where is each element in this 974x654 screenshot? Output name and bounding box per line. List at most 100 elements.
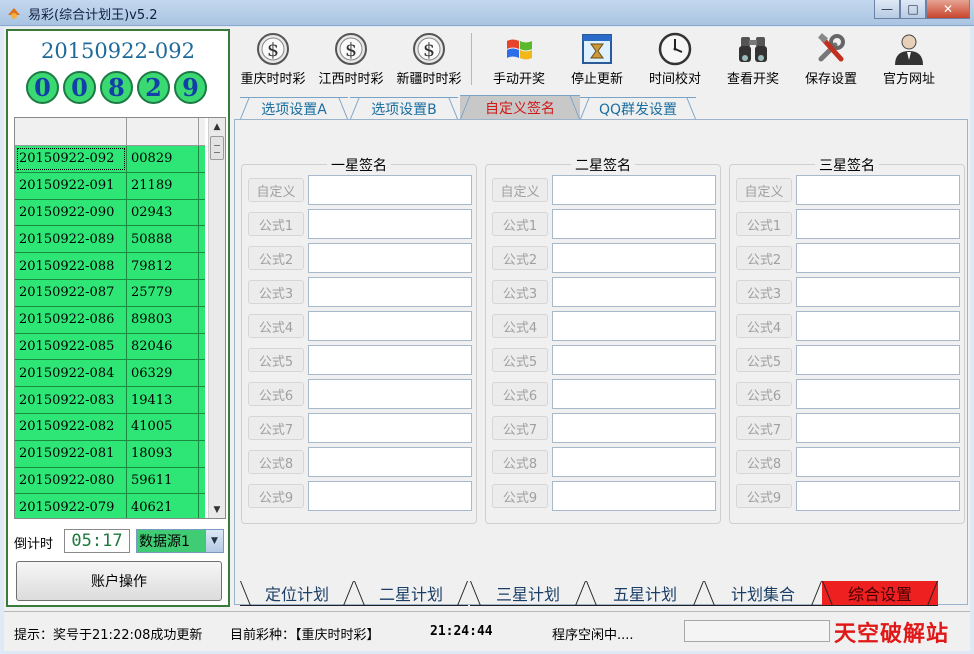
signature-input[interactable] <box>796 209 960 239</box>
scroll-down-arrow-icon[interactable]: ▼ <box>209 501 225 518</box>
signature-formula-button[interactable]: 公式7 <box>248 416 304 440</box>
signature-formula-button[interactable]: 公式3 <box>248 280 304 304</box>
signature-formula-button[interactable]: 公式2 <box>736 246 792 270</box>
tab-plan[interactable]: 二星计划 <box>354 581 468 606</box>
signature-formula-button[interactable]: 公式8 <box>492 450 548 474</box>
signature-formula-button[interactable]: 公式6 <box>248 382 304 406</box>
signature-input[interactable] <box>308 311 472 341</box>
signature-input[interactable] <box>308 209 472 239</box>
signature-input[interactable] <box>308 175 472 205</box>
signature-formula-button[interactable]: 公式5 <box>492 348 548 372</box>
grid-header-number[interactable] <box>127 118 199 146</box>
table-row[interactable]: 20150922-090 02943 <box>15 199 205 227</box>
toolbar-button[interactable]: 停止更新 <box>558 29 636 89</box>
table-row[interactable]: 20150922-091 21189 <box>15 172 205 200</box>
tab-plan[interactable]: 五星计划 <box>586 581 704 606</box>
signature-formula-button[interactable]: 公式7 <box>736 416 792 440</box>
signature-input[interactable] <box>796 311 960 341</box>
signature-input[interactable] <box>308 243 472 273</box>
signature-input[interactable] <box>308 413 472 443</box>
tab-settings[interactable]: QQ群发设置 <box>580 97 696 119</box>
signature-formula-button[interactable]: 公式1 <box>492 212 548 236</box>
table-row[interactable]: 20150922-082 41005 <box>15 413 205 441</box>
table-row[interactable]: 20150922-083 19413 <box>15 387 205 414</box>
signature-input[interactable] <box>552 481 716 511</box>
maximize-button[interactable]: □ <box>900 0 926 19</box>
toolbar-button[interactable]: 手动开奖 <box>480 29 558 89</box>
draw-history-grid[interactable]: 20150922-092 00829 20150922-091 21189 201509… <box>14 117 226 519</box>
toolbar-button[interactable]: 保存设置 <box>792 29 870 89</box>
toolbar-button[interactable]: $ 新疆时时彩 <box>390 29 468 89</box>
tab-plan[interactable]: 三星计划 <box>470 581 586 606</box>
signature-input[interactable] <box>308 345 472 375</box>
signature-formula-button[interactable]: 公式1 <box>248 212 304 236</box>
signature-formula-button[interactable]: 公式2 <box>492 246 548 270</box>
signature-input[interactable] <box>796 345 960 375</box>
signature-input[interactable] <box>796 379 960 409</box>
signature-formula-button[interactable]: 公式5 <box>736 348 792 372</box>
signature-input[interactable] <box>796 175 960 205</box>
signature-formula-button[interactable]: 公式9 <box>736 484 792 508</box>
table-row[interactable]: 20150922-081 18093 <box>15 440 205 468</box>
tab-settings[interactable]: 选项设置A <box>240 97 348 119</box>
signature-input[interactable] <box>552 243 716 273</box>
signature-formula-button[interactable]: 公式4 <box>248 314 304 338</box>
tab-settings[interactable]: 自定义签名 <box>460 95 580 119</box>
tab-settings[interactable]: 选项设置B <box>350 97 458 119</box>
chevron-down-icon[interactable]: ▼ <box>205 530 223 552</box>
toolbar-button[interactable]: 时间校对 <box>636 29 714 89</box>
signature-input[interactable] <box>552 413 716 443</box>
signature-formula-button[interactable]: 公式1 <box>736 212 792 236</box>
table-row[interactable]: 20150922-084 06329 <box>15 360 205 388</box>
signature-formula-button[interactable]: 公式8 <box>736 450 792 474</box>
scroll-thumb[interactable] <box>210 136 224 160</box>
account-operation-button[interactable]: 账户操作 <box>16 561 222 601</box>
table-row[interactable]: 20150922-092 00829 <box>15 146 205 173</box>
signature-formula-button[interactable]: 公式4 <box>736 314 792 338</box>
toolbar-button[interactable]: 查看开奖 <box>714 29 792 89</box>
signature-formula-button[interactable]: 自定义 <box>736 178 792 202</box>
table-row[interactable]: 20150922-089 50888 <box>15 226 205 254</box>
signature-formula-button[interactable]: 自定义 <box>492 178 548 202</box>
signature-input[interactable] <box>552 175 716 205</box>
table-row[interactable]: 20150922-080 59611 <box>15 467 205 495</box>
signature-formula-button[interactable]: 公式3 <box>736 280 792 304</box>
signature-formula-button[interactable]: 公式4 <box>492 314 548 338</box>
signature-formula-button[interactable]: 公式6 <box>736 382 792 406</box>
signature-input[interactable] <box>552 447 716 477</box>
signature-formula-button[interactable]: 公式9 <box>248 484 304 508</box>
table-row[interactable]: 20150922-087 25779 <box>15 279 205 307</box>
toolbar-button[interactable]: $ 江西时时彩 <box>312 29 390 89</box>
table-row[interactable]: 20150922-085 82046 <box>15 333 205 361</box>
grid-header-period[interactable] <box>15 118 127 146</box>
signature-input[interactable] <box>796 413 960 443</box>
data-source-select[interactable]: 数据源1 ▼ <box>136 529 224 553</box>
signature-formula-button[interactable]: 公式8 <box>248 450 304 474</box>
signature-input[interactable] <box>552 311 716 341</box>
scroll-up-arrow-icon[interactable]: ▲ <box>209 118 225 135</box>
signature-input[interactable] <box>796 277 960 307</box>
signature-input[interactable] <box>552 379 716 409</box>
signature-input[interactable] <box>308 481 472 511</box>
signature-formula-button[interactable]: 自定义 <box>248 178 304 202</box>
signature-input[interactable] <box>552 277 716 307</box>
grid-scrollbar[interactable]: ▲ ▼ <box>208 118 225 518</box>
signature-formula-button[interactable]: 公式5 <box>248 348 304 372</box>
signature-formula-button[interactable]: 公式2 <box>248 246 304 270</box>
signature-formula-button[interactable]: 公式6 <box>492 382 548 406</box>
table-row[interactable]: 20150922-079 40621 <box>15 494 205 518</box>
toolbar-button[interactable]: 官方网址 <box>870 29 948 89</box>
minimize-button[interactable]: — <box>874 0 900 19</box>
signature-input[interactable] <box>796 447 960 477</box>
signature-formula-button[interactable]: 公式9 <box>492 484 548 508</box>
table-row[interactable]: 20150922-086 89803 <box>15 306 205 334</box>
close-button[interactable]: ✕ <box>926 0 970 19</box>
signature-formula-button[interactable]: 公式7 <box>492 416 548 440</box>
signature-input[interactable] <box>308 379 472 409</box>
tab-plan[interactable]: 计划集合 <box>704 581 822 606</box>
toolbar-button[interactable]: $ 重庆时时彩 <box>234 29 312 89</box>
tab-plan[interactable]: 综合设置 <box>822 581 938 606</box>
signature-input[interactable] <box>796 243 960 273</box>
tab-plan[interactable]: 定位计划 <box>240 581 354 606</box>
signature-input[interactable] <box>552 345 716 375</box>
